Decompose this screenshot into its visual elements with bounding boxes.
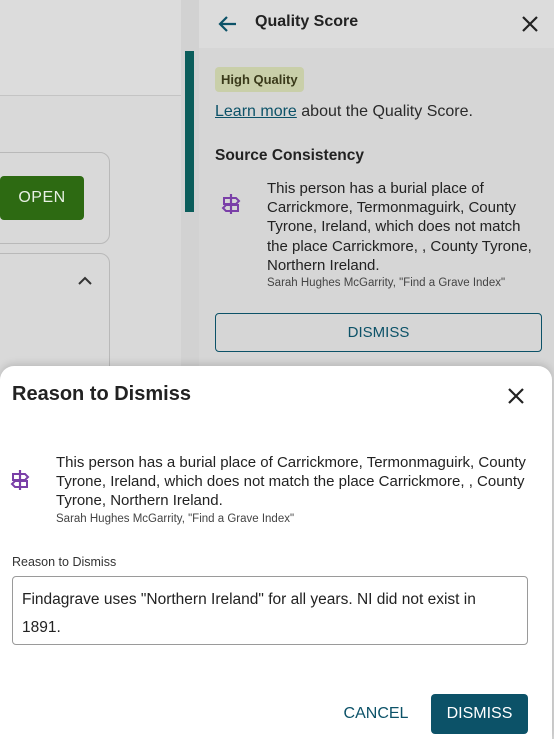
signpost-icon	[221, 194, 241, 214]
dismiss-button[interactable]: DISMISS	[215, 313, 542, 352]
signpost-icon	[10, 470, 30, 490]
chevron-up-icon[interactable]	[76, 272, 94, 290]
dismiss-button[interactable]: DISMISS	[431, 694, 528, 734]
arrow-left-icon[interactable]	[217, 13, 239, 35]
reason-to-dismiss-dialog: Reason to Dismiss This person has a buri…	[0, 366, 552, 739]
learn-more-text: Learn more about the Quality Score.	[215, 103, 473, 121]
dialog-title: Reason to Dismiss	[12, 383, 191, 405]
learn-more-suffix: about the Quality Score.	[296, 103, 473, 120]
background-header	[0, 0, 181, 96]
reason-textarea[interactable]: Findagrave uses "Northern Ireland" for a…	[12, 576, 528, 645]
close-icon[interactable]	[520, 14, 540, 34]
panel-title: Quality Score	[255, 13, 359, 30]
section-title: Source Consistency	[215, 147, 365, 164]
panel-header: Quality Score	[199, 0, 554, 48]
issue-citation: Sarah Hughes McGarrity, "Find a Grave In…	[56, 513, 295, 525]
learn-more-link[interactable]: Learn more	[215, 103, 297, 120]
close-icon[interactable]	[505, 385, 527, 407]
quality-badge: High Quality	[215, 67, 304, 92]
issue-message: This person has a burial place of Carric…	[56, 454, 526, 509]
accent-bar	[185, 51, 194, 212]
reason-field-label: Reason to Dismiss	[12, 555, 117, 569]
issue-message: This person has a burial place of Carric…	[267, 180, 532, 274]
issue-citation: Sarah Hughes McGarrity, "Find a Grave In…	[267, 277, 506, 289]
cancel-button[interactable]: CANCEL	[335, 694, 417, 734]
open-button[interactable]: OPEN	[0, 176, 84, 220]
